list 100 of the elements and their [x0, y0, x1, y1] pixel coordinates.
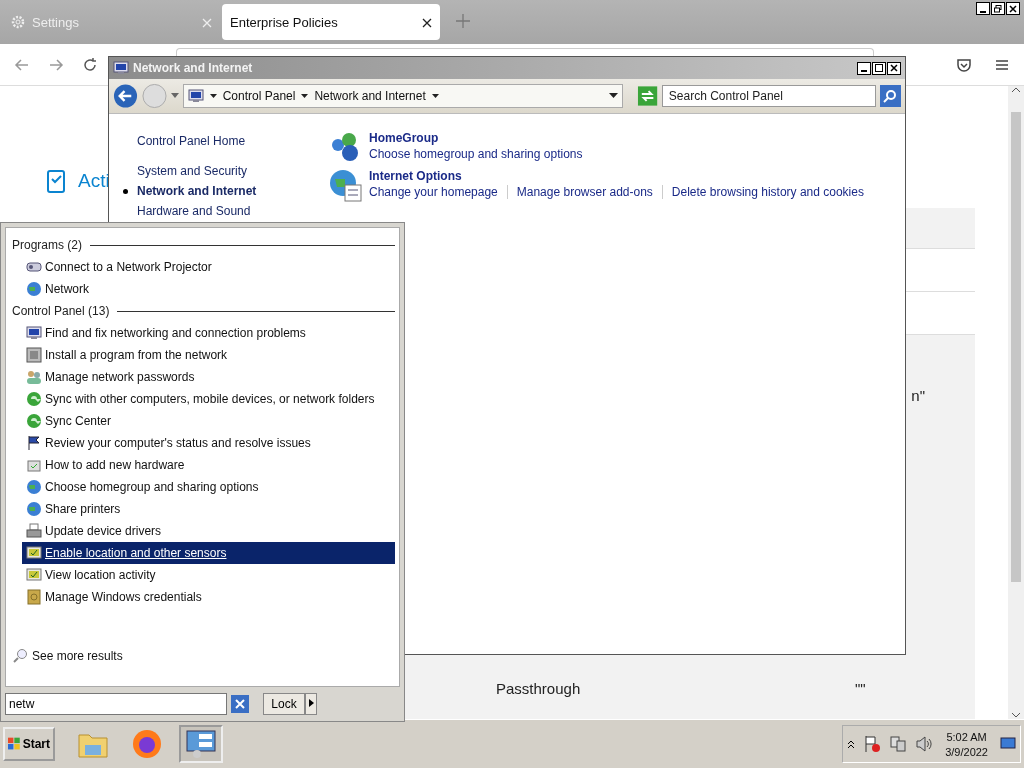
minimize-icon [861, 70, 867, 72]
chevron-up-icon[interactable] [847, 739, 856, 750]
windows-logo-icon [8, 737, 21, 752]
refresh-icon[interactable] [636, 85, 658, 107]
clipboard-icon [46, 168, 68, 194]
category-link[interactable]: Change your homepage [369, 185, 507, 199]
category-title[interactable]: HomeGroup [369, 131, 592, 145]
search-result[interactable]: Install a program from the network [22, 344, 395, 366]
clock[interactable]: 5:02 AM 3/9/2022 [945, 730, 988, 758]
search-result[interactable]: Manage Windows credentials [22, 586, 395, 608]
policy-name: Passthrough [496, 680, 582, 698]
search-icon [12, 648, 28, 664]
close-button[interactable] [887, 61, 901, 75]
minimize-icon [980, 10, 986, 13]
dropdown-icon[interactable] [171, 93, 179, 99]
control-panel-icon [185, 729, 217, 760]
search-result[interactable]: Sync Center [22, 410, 395, 432]
category-link[interactable]: Choose homegroup and sharing options [369, 147, 592, 161]
network-icon [26, 281, 42, 297]
category-link[interactable]: Manage browser add-ons [506, 185, 662, 199]
sensor-icon [26, 545, 42, 561]
clock-date: 3/9/2022 [945, 745, 988, 758]
search-button[interactable] [879, 85, 901, 107]
taskbar-app[interactable] [179, 725, 223, 764]
sidebar-item[interactable]: Network and Internet [137, 184, 257, 198]
sync-icon [26, 413, 42, 429]
sidebar-item[interactable]: System and Security [137, 164, 248, 178]
search-result[interactable]: Manage network passwords [22, 366, 395, 388]
see-more-link[interactable]: See more results [12, 648, 395, 664]
homegroup-icon [26, 501, 42, 517]
search-result[interactable]: Review your computer's status and resolve issues [22, 432, 395, 454]
caret-icon[interactable] [301, 93, 309, 99]
text-fragment: n" [911, 387, 925, 404]
search-result[interactable]: Share printers [22, 498, 395, 520]
search-result[interactable]: View location activity [22, 564, 395, 586]
close-button[interactable] [1006, 2, 1020, 15]
close-icon[interactable] [422, 17, 432, 28]
monitor-icon [113, 60, 129, 76]
search-result[interactable]: Connect to a Network Projector [22, 256, 395, 278]
monitor-icon [187, 88, 204, 104]
sensor-icon [26, 567, 42, 583]
restore-icon [994, 4, 1002, 13]
minimize-button[interactable] [976, 2, 990, 15]
page-heading: Acti [78, 170, 110, 192]
address-bar[interactable]: Control Panel Network and Internet [182, 84, 623, 108]
show-desktop-icon[interactable] [1000, 737, 1016, 752]
start-button[interactable]: Start [3, 727, 55, 762]
flag-icon[interactable] [863, 735, 882, 754]
gear-icon [10, 14, 26, 30]
search-icon [883, 89, 898, 103]
search-field[interactable]: netw [5, 693, 227, 715]
clock-time: 5:02 AM [946, 730, 987, 743]
projector-icon [26, 259, 42, 275]
bullet-icon [123, 189, 128, 194]
restore-button[interactable] [991, 2, 1005, 15]
breadcrumb-item[interactable]: Control Panel [222, 89, 296, 103]
vault-icon [26, 589, 42, 605]
installer-icon [26, 347, 42, 363]
volume-icon[interactable] [915, 735, 934, 754]
flag-icon [26, 435, 42, 451]
search-result[interactable]: How to add new hardware [22, 454, 395, 476]
search-result[interactable]: Update device drivers [22, 520, 395, 542]
group-heading: Programs (2) [12, 238, 82, 252]
sidebar-item[interactable]: Control Panel Home [137, 134, 246, 148]
search-result[interactable]: Enable location and other sensors [22, 542, 395, 564]
caret-icon[interactable] [209, 93, 217, 99]
printer-icon [26, 523, 42, 539]
caret-icon[interactable] [431, 93, 439, 99]
close-icon [235, 699, 245, 709]
back-icon[interactable] [113, 83, 138, 109]
breadcrumb-item[interactable]: Network and Internet [314, 89, 426, 103]
forward-icon[interactable] [48, 56, 64, 73]
search-result[interactable]: Sync with other computers, mobile devices, or network folders [22, 388, 395, 410]
search-result[interactable]: Network [22, 278, 395, 300]
hardware-icon [26, 457, 42, 473]
sync-icon [26, 391, 42, 407]
firefox-icon [131, 728, 163, 761]
arrow-button[interactable] [305, 693, 317, 715]
close-icon [1009, 4, 1017, 13]
clear-button[interactable] [231, 695, 249, 713]
policy-value: "" [855, 680, 866, 698]
pocket-icon[interactable] [956, 56, 972, 73]
search-result[interactable]: Find and fix networking and connection problems [22, 322, 395, 344]
back-icon[interactable] [14, 56, 30, 73]
reload-icon[interactable] [82, 56, 98, 73]
monitor-icon [26, 325, 42, 341]
maximize-button[interactable] [872, 61, 886, 75]
browser-tab[interactable]: Enterprise Policies [222, 4, 440, 40]
minimize-button[interactable] [857, 61, 871, 75]
sidebar-item[interactable]: Hardware and Sound [137, 204, 251, 218]
network-icon[interactable] [889, 735, 908, 754]
lock-button[interactable]: Lock [263, 693, 305, 715]
scroll-up-icon[interactable] [1011, 86, 1021, 94]
caret-icon [308, 699, 314, 707]
search-field[interactable]: Search Control Panel [661, 85, 876, 107]
category-title[interactable]: Internet Options [369, 169, 873, 183]
caret-icon[interactable] [608, 93, 618, 99]
scroll-down-icon[interactable] [1011, 711, 1021, 720]
category-link[interactable]: Delete browsing history and cookies [661, 185, 873, 199]
search-result[interactable]: Choose homegroup and sharing options [22, 476, 395, 498]
